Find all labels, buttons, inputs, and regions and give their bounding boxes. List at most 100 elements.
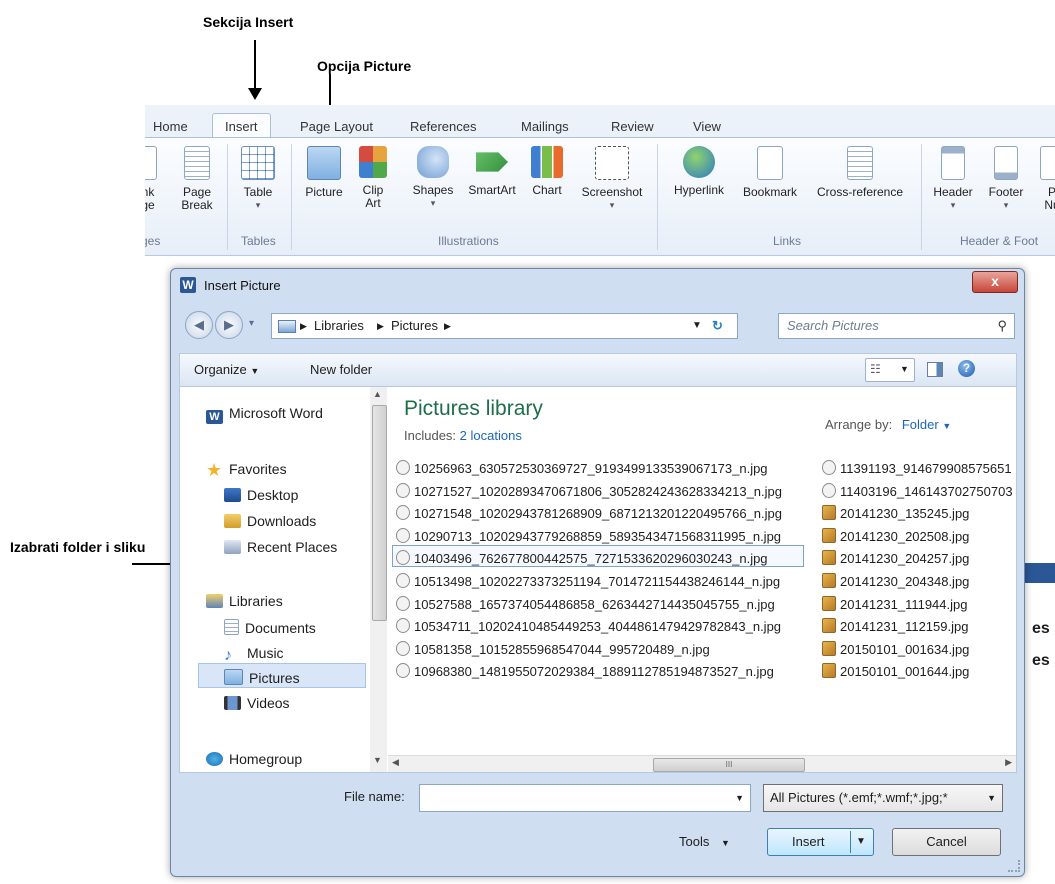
search-input[interactable]: Search Pictures ⚲ — [778, 313, 1015, 339]
file-item[interactable]: 10581358_10152855968547044_995720489_n.j… — [396, 640, 710, 657]
insert-button[interactable]: Insert ▼ — [767, 828, 874, 856]
table-button[interactable]: Table ▾ — [235, 146, 281, 212]
search-placeholder: Search Pictures — [787, 318, 879, 333]
tab-view[interactable]: View — [693, 119, 721, 134]
header-button[interactable]: Header ▾ — [927, 146, 979, 212]
nav-item-documents[interactable]: Documents — [224, 619, 316, 636]
nav-item-microsoft-word[interactable]: W Microsoft Word — [206, 405, 323, 424]
breadcrumb-pictures[interactable]: Pictures — [391, 314, 438, 338]
hscroll-thumb[interactable]: III — [653, 758, 805, 772]
picture-button[interactable]: Picture — [299, 146, 349, 199]
nav-item-recent-places[interactable]: Recent Places — [224, 539, 337, 555]
refresh-icon[interactable]: ↻ — [712, 314, 723, 338]
footer-button[interactable]: Footer ▾ — [981, 146, 1031, 212]
nav-item-desktop[interactable]: Desktop — [224, 487, 298, 503]
partial-link-button[interactable]: nk ge — [145, 146, 159, 212]
file-item[interactable]: 20150101_001634.jpg — [822, 640, 969, 657]
includes-locations-link[interactable]: 2 locations — [460, 428, 522, 443]
file-item[interactable]: 20141230_204257.jpg — [822, 550, 969, 566]
file-item[interactable]: 20150101_001644.jpg — [822, 663, 969, 679]
chart-button[interactable]: Chart — [525, 146, 569, 197]
file-item[interactable]: 10968380_1481955072029384_18891127851948… — [396, 663, 774, 679]
tools-button[interactable]: Tools ▼ — [679, 834, 730, 849]
arrange-label: Arrange by: — [825, 417, 893, 432]
image-file-icon — [822, 595, 836, 611]
file-item[interactable]: 20141230_135245.jpg — [822, 505, 969, 521]
address-dropdown-icon[interactable]: ▼ — [692, 314, 702, 338]
nav-item-videos[interactable]: Videos — [224, 695, 290, 711]
file-item[interactable]: 10513498_10202273373251194_7014721154438… — [396, 573, 780, 589]
scroll-down-icon[interactable]: ▼ — [373, 755, 382, 765]
new-folder-button[interactable]: New folder — [310, 362, 372, 377]
arrange-by-dropdown[interactable]: Folder ▼ — [902, 417, 951, 432]
tools-label: Tools — [679, 834, 710, 849]
screenshot-button[interactable]: Screenshot ▾ — [573, 146, 651, 212]
recent-pages-dropdown-icon[interactable]: ▾ — [249, 318, 254, 329]
file-type-select[interactable]: All Pictures (*.emf;*.wmf;*.jpg;* ▼ — [763, 784, 1003, 812]
jpg-file-icon — [396, 595, 410, 611]
file-item[interactable]: 10256963_630572530369727_919349913353906… — [396, 460, 768, 476]
tab-insert[interactable]: Insert — [212, 113, 271, 139]
clip-art-button[interactable]: Clip Art — [353, 146, 393, 210]
cross-reference-button[interactable]: Cross-reference — [805, 146, 915, 199]
tab-review[interactable]: Review — [611, 119, 654, 134]
file-item[interactable]: 10534711_10202410485449253_4044861479429… — [396, 618, 781, 634]
tab-page-layout[interactable]: Page Layout — [300, 119, 373, 134]
cancel-button[interactable]: Cancel — [892, 828, 1001, 856]
back-button[interactable]: ◀ — [185, 311, 213, 339]
tab-references[interactable]: References — [410, 119, 476, 134]
change-view-button[interactable]: ☷ ▼ — [865, 358, 915, 382]
nav-item-favorites[interactable]: ★ Favorites — [206, 461, 287, 479]
forward-button[interactable]: ▶ — [215, 311, 243, 339]
file-item[interactable]: 10403496_762677800442575_727153362029603… — [396, 550, 768, 566]
breadcrumb-libraries[interactable]: Libraries — [314, 314, 364, 338]
image-file-icon — [822, 550, 836, 566]
tab-mailings[interactable]: Mailings — [521, 119, 569, 134]
nav-item-libraries[interactable]: Libraries — [206, 593, 283, 609]
shapes-button[interactable]: Shapes ▾ — [407, 146, 459, 210]
file-item[interactable]: 11403196_146143702750703 — [822, 482, 1013, 499]
file-item[interactable]: 10271548_10202943781268909_6871213201220… — [396, 505, 782, 521]
nav-scroll-thumb[interactable] — [372, 405, 387, 621]
file-item[interactable]: 10290713_10202943779268859_5893543471568… — [396, 527, 781, 544]
address-path[interactable]: ▶ Libraries ▶ Pictures ▶ ▼ ↻ — [271, 313, 738, 339]
scroll-up-icon[interactable]: ▲ — [373, 389, 382, 399]
close-button[interactable]: x — [972, 271, 1018, 293]
help-icon[interactable]: ? — [958, 360, 975, 377]
file-item[interactable]: 10271527_10202893470671806_3052824243628… — [396, 482, 782, 499]
page-break-button[interactable]: Page Break — [177, 146, 217, 212]
tab-home[interactable]: Home — [153, 119, 188, 134]
nav-item-homegroup[interactable]: Homegroup — [206, 751, 302, 767]
search-icon[interactable]: ⚲ — [997, 314, 1007, 338]
dialog-titlebar[interactable]: W Insert Picture x — [171, 269, 1024, 301]
preview-pane-icon[interactable] — [927, 362, 943, 377]
header-icon — [941, 146, 965, 180]
downloads-folder-icon — [224, 514, 241, 528]
file-name-input[interactable]: ▼ — [419, 784, 751, 812]
file-list-hscrollbar[interactable]: ◀ III ▶ — [388, 755, 1016, 772]
nav-label: Desktop — [247, 487, 299, 503]
file-item[interactable]: 20141231_111944.jpg — [822, 595, 967, 612]
nav-item-music[interactable]: ♪ Music — [224, 645, 284, 664]
file-item[interactable]: 20141231_112159.jpg — [822, 618, 968, 634]
organize-button[interactable]: Organize ▼ — [194, 362, 259, 377]
file-item[interactable]: 10527588_1657374054486858_62634427144350… — [396, 595, 775, 612]
resize-grip-icon[interactable] — [1008, 860, 1020, 872]
file-name: 20150101_001644.jpg — [840, 664, 970, 680]
file-item[interactable]: 20141230_204348.jpg — [822, 573, 969, 589]
file-name-dropdown-icon[interactable]: ▼ — [735, 785, 744, 811]
scroll-left-icon[interactable]: ◀ — [392, 757, 399, 768]
smartart-button[interactable]: SmartArt — [461, 146, 523, 197]
page-number-button-partial[interactable]: P Nu — [1037, 146, 1055, 212]
nav-item-downloads[interactable]: Downloads — [224, 513, 316, 529]
insert-dropdown-icon[interactable]: ▼ — [856, 829, 866, 855]
chart-label: Chart — [532, 183, 562, 197]
screenshot-label: Screenshot — [581, 185, 643, 199]
hyperlink-button[interactable]: Hyperlink — [663, 146, 735, 197]
file-item[interactable]: 11391193_914679908575651 — [822, 460, 1012, 476]
nav-scrollbar[interactable]: ▲ ▼ — [370, 387, 387, 772]
file-item[interactable]: 20141230_202508.jpg — [822, 527, 969, 544]
scroll-right-icon[interactable]: ▶ — [1005, 757, 1012, 768]
bookmark-button[interactable]: Bookmark — [737, 146, 803, 199]
nav-item-pictures[interactable]: Pictures — [224, 669, 300, 686]
